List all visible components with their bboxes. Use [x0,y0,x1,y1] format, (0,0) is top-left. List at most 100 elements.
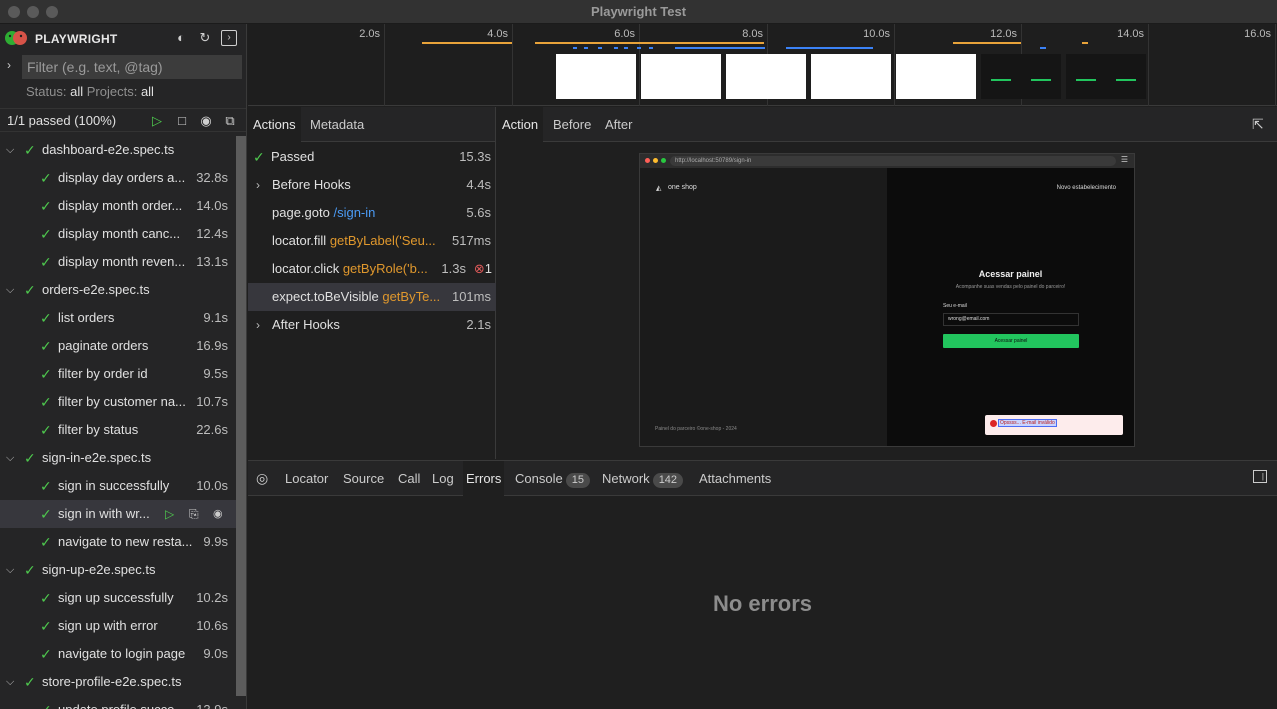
tree-test-label: update profile succe... [58,696,198,709]
chevron-down-icon[interactable]: ⌵ [6,556,14,584]
show-source-icon[interactable]: ⎘ [189,500,199,528]
tree-test-row[interactable]: ✓ display month reven... 13.1s [0,248,236,276]
collapse-all-icon[interactable]: ⧉ [222,113,238,129]
tab-metadata[interactable]: Metadata [305,107,369,142]
tree-test-row[interactable]: ✓ display day orders a... 32.8s [0,164,236,192]
run-all-icon[interactable]: ▷ [149,113,165,129]
toggle-sidebar-icon[interactable]: › [221,30,237,46]
snapshot-browser[interactable]: http://localhost:50789/sign-in ☰ ◭ one s… [639,153,1135,447]
tree-file-row[interactable]: ⌵ ✓ orders-e2e.spec.ts [0,276,236,304]
timeline-screenshot-thumbnail[interactable] [641,54,721,99]
chevron-down-icon[interactable]: ⌵ [6,276,14,304]
chevron-down-icon[interactable]: ⌵ [6,136,14,164]
tab-call[interactable]: Call [395,461,423,496]
check-icon: ✓ [40,618,52,634]
tree-test-row[interactable]: ✓ navigate to login page 9.0s [0,640,236,668]
action-item[interactable]: › After Hooks 2.1s [248,311,496,339]
timeline-screenshot-thumbnail[interactable] [556,54,636,99]
tree-test-row[interactable]: ✓ sign in successfully 10.0s [0,472,236,500]
brand-name: PLAYWRIGHT [35,32,118,46]
chevron-down-icon[interactable]: ⌵ [6,444,14,472]
timeline-screenshot-thumbnail[interactable] [726,54,806,99]
action-item[interactable]: › Before Hooks 4.4s [248,171,496,199]
status-label: Status: [26,84,67,99]
action-status: Passed [271,149,315,164]
stop-icon[interactable]: □ [174,113,190,129]
tree-test-row[interactable]: ✓ filter by order id 9.5s [0,360,236,388]
tab-console[interactable]: Console 15 [512,461,593,496]
pick-locator-icon[interactable]: ◎ [256,470,268,487]
tree-test-row[interactable]: ✓ navigate to new resta... 9.9s [0,528,236,556]
tree-file-row[interactable]: ⌵ ✓ dashboard-e2e.spec.ts [0,136,236,164]
action-item[interactable]: ✓ Passed 15.3s [248,143,496,171]
timeline-screenshot-thumbnail[interactable] [1106,54,1146,99]
chevron-down-icon[interactable]: ⌵ [6,668,14,696]
snapshot-new-store-link: Novo estabelecimento [1056,185,1116,191]
tree-file-row[interactable]: ⌵ ✓ sign-up-e2e.spec.ts [0,556,236,584]
tab-locator[interactable]: Locator [282,461,331,496]
sidebar-scrollbar[interactable] [236,136,246,696]
status-value[interactable]: all [70,84,83,99]
timeline-screenshot-thumbnail[interactable] [1021,54,1061,99]
tree-test-row[interactable]: ✓ sign up successfully 10.2s [0,584,236,612]
error-count-value: 1 [484,261,492,276]
tree-file-label: orders-e2e.spec.ts [42,282,150,297]
timeline-screenshot-thumbnail[interactable] [1066,54,1106,99]
tree-test-row[interactable]: ✓ filter by status 22.6s [0,416,236,444]
timeline-screenshot-thumbnail[interactable] [896,54,976,99]
timeline[interactable]: 2.0s 4.0s 6.0s 8.0s 10.0s 12.0s 14.0s 16.0s [248,24,1277,106]
tree-test-row[interactable]: ✓ paginate orders 16.9s [0,332,236,360]
reload-icon[interactable]: ↻ [197,30,213,46]
action-item[interactable]: locator.click getByRole('b... ⊗1 1.3s [248,255,496,283]
check-icon: ✓ [40,534,52,550]
run-test-icon[interactable]: ▷ [165,500,174,528]
projects-value[interactable]: all [141,84,154,99]
tree-test-label: navigate to new resta... [58,534,193,549]
tab-attachments[interactable]: Attachments [696,461,774,496]
tree-file-row[interactable]: ⌵ ✓ store-profile-e2e.spec.ts [0,668,236,696]
tab-after[interactable]: After [600,107,637,142]
tree-test-row[interactable]: ✓ sign up with error 10.6s [0,612,236,640]
tab-label: Console [515,471,563,486]
sidebar-scrollbar-thumb[interactable] [236,136,246,696]
tab-actions[interactable]: Actions [248,107,301,142]
tree-test-row[interactable]: ✓ display month order... 14.0s [0,192,236,220]
timeline-network-bar [675,47,765,49]
filter-status-row[interactable]: Status: all Projects: all [26,84,154,99]
watch-all-icon[interactable]: ◉ [198,113,214,129]
window-title: Playwright Test [590,4,687,19]
action-selector: getByLabel('Seu... [329,233,436,248]
timeline-tick [1148,24,1149,106]
tree-test-row[interactable]: ✓ update profile succe...13.9s [0,696,236,709]
tree-test-row[interactable]: ✓ list orders 9.1s [0,304,236,332]
action-duration: 2.1s [466,317,491,332]
watch-test-icon[interactable]: ◉ [213,500,223,528]
tree-test-row[interactable]: ✓ display month canc... 12.4s [0,220,236,248]
empty-errors-message: No errors [712,591,813,616]
filter-input[interactable] [22,55,242,79]
tab-action[interactable]: Action [497,107,544,142]
tree-test-row[interactable]: ✓ filter by customer na... 10.7s [0,388,236,416]
chevron-right-icon[interactable]: › [256,171,260,199]
tab-before[interactable]: Before [548,107,596,142]
tab-source[interactable]: Source [340,461,387,496]
timeline-screenshot-thumbnail[interactable] [981,54,1021,99]
check-icon: ✓ [40,590,52,606]
action-item[interactable]: expect.toBeVisible getByTe... 101ms [248,283,496,311]
tab-network[interactable]: Network 142 [599,461,686,496]
tab-log[interactable]: Log [429,461,457,496]
action-item[interactable]: locator.fill getByLabel('Seu... 517ms [248,227,496,255]
tree-test-row[interactable]: ✓ sign in with wr... ▷ ⎘ ◉ [0,500,236,528]
timeline-screenshot-thumbnail[interactable] [811,54,891,99]
tab-errors[interactable]: Errors [463,461,505,496]
action-item[interactable]: page.goto /sign-in 5.6s [248,199,496,227]
timeline-tick-label: 14.0s [1117,28,1144,40]
toggle-layout-icon[interactable]: | [1253,470,1267,483]
tree-file-row[interactable]: ⌵ ✓ sign-in-e2e.spec.ts [0,444,236,472]
tree-test-duration: 9.9s [203,534,228,549]
theme-toggle-icon[interactable]: ◐ [173,30,189,46]
expand-filter-chevron-icon[interactable]: › [7,58,11,72]
open-in-new-window-icon[interactable]: ⇱ [1252,116,1264,133]
snapshot-url: http://localhost:50789/sign-in [670,156,1116,166]
chevron-right-icon[interactable]: › [256,311,260,339]
